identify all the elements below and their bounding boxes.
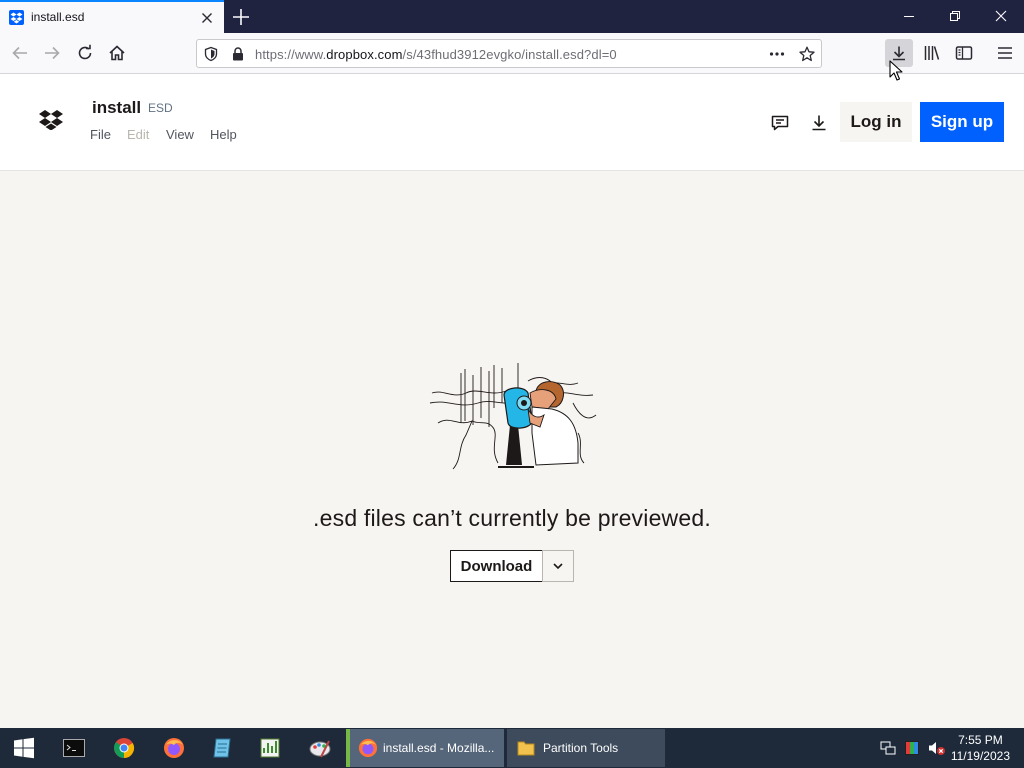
menu-help[interactable]: Help — [210, 127, 237, 142]
chevron-down-icon — [553, 563, 563, 570]
start-button[interactable] — [0, 728, 48, 768]
mouse-cursor-icon — [889, 60, 903, 81]
preview-unavailable-message: .esd files can’t currently be previewed. — [313, 505, 711, 531]
download-icon[interactable] — [809, 113, 829, 133]
sign-up-button[interactable]: Sign up — [920, 102, 1004, 142]
clock-date: 11/19/2023 — [950, 749, 1010, 763]
command-prompt-icon[interactable] — [50, 728, 98, 768]
taskbar-app-label: Partition Tools — [543, 741, 619, 755]
download-arrow-icon — [893, 46, 905, 61]
back-icon[interactable] — [8, 41, 32, 65]
taskbar: install.esd - Mozilla... Partition Tools… — [0, 728, 1024, 768]
comment-icon[interactable] — [770, 113, 790, 133]
close-window-icon[interactable] — [978, 0, 1024, 33]
page-actions-icon[interactable] — [769, 46, 785, 62]
download-button[interactable]: Download — [450, 550, 543, 582]
tab-title: install.esd — [31, 10, 85, 24]
home-icon[interactable] — [105, 41, 129, 65]
log-in-button[interactable]: Log in — [840, 102, 912, 142]
network-icon[interactable] — [880, 740, 896, 756]
clock-time: 7:55 PM — [958, 733, 1003, 747]
dropbox-header: install ESD File Edit View Help Log in S… — [0, 74, 1024, 171]
url-bar[interactable]: https://www.dropbox.com/s/43fhud3912evgk… — [196, 39, 822, 68]
library-icon[interactable] — [920, 41, 944, 65]
display-settings-icon[interactable] — [904, 740, 920, 756]
new-tab-icon[interactable] — [230, 6, 252, 28]
taskbar-app-firefox-window[interactable]: install.esd - Mozilla... — [346, 729, 504, 767]
firefox-icon[interactable] — [150, 728, 198, 768]
forward-icon[interactable] — [40, 41, 64, 65]
navigation-toolbar: https://www.dropbox.com/s/43fhud3912evgk… — [0, 33, 1024, 74]
system-tray — [878, 728, 950, 768]
volume-muted-icon[interactable] — [928, 740, 946, 756]
bookmark-star-icon[interactable] — [799, 46, 815, 62]
file-extension: ESD — [148, 101, 173, 115]
taskbar-app-partition-tools[interactable]: Partition Tools — [507, 729, 665, 767]
preview-area: .esd files can’t currently be previewed.… — [0, 171, 1024, 728]
folder-icon — [517, 741, 535, 756]
chrome-icon[interactable] — [100, 728, 148, 768]
binoculars-viewer-illustration — [429, 363, 597, 470]
taskbar-app-label: install.esd - Mozilla... — [383, 741, 495, 755]
menu-view[interactable]: View — [166, 127, 194, 142]
tab-close-icon[interactable] — [199, 10, 215, 26]
file-name: install — [92, 98, 142, 117]
dropbox-favicon-icon — [9, 10, 24, 25]
dropbox-logo-icon[interactable] — [39, 110, 63, 130]
sidebar-icon[interactable] — [952, 41, 976, 65]
reload-icon[interactable] — [73, 41, 97, 65]
paint-app-icon[interactable] — [296, 728, 344, 768]
download-options-button[interactable] — [542, 550, 574, 582]
url-text[interactable]: https://www.dropbox.com/s/43fhud3912evgk… — [255, 47, 617, 62]
menu-edit[interactable]: Edit — [127, 127, 149, 142]
menu-file[interactable]: File — [90, 127, 111, 142]
tracking-shield-icon[interactable] — [203, 46, 219, 62]
system-clock[interactable]: 7:55 PM 11/19/2023 — [951, 732, 1010, 764]
lock-icon[interactable] — [230, 46, 246, 62]
notepad-icon[interactable] — [198, 728, 246, 768]
restore-icon[interactable] — [932, 0, 978, 33]
minimize-icon[interactable] — [886, 0, 932, 33]
tab-install-esd[interactable]: install.esd — [0, 0, 224, 33]
tab-strip: install.esd — [0, 0, 1024, 33]
windows-logo-icon — [14, 737, 34, 759]
hamburger-menu-icon[interactable] — [993, 41, 1017, 65]
spreadsheet-app-icon[interactable] — [246, 728, 294, 768]
firefox-icon — [358, 738, 378, 758]
